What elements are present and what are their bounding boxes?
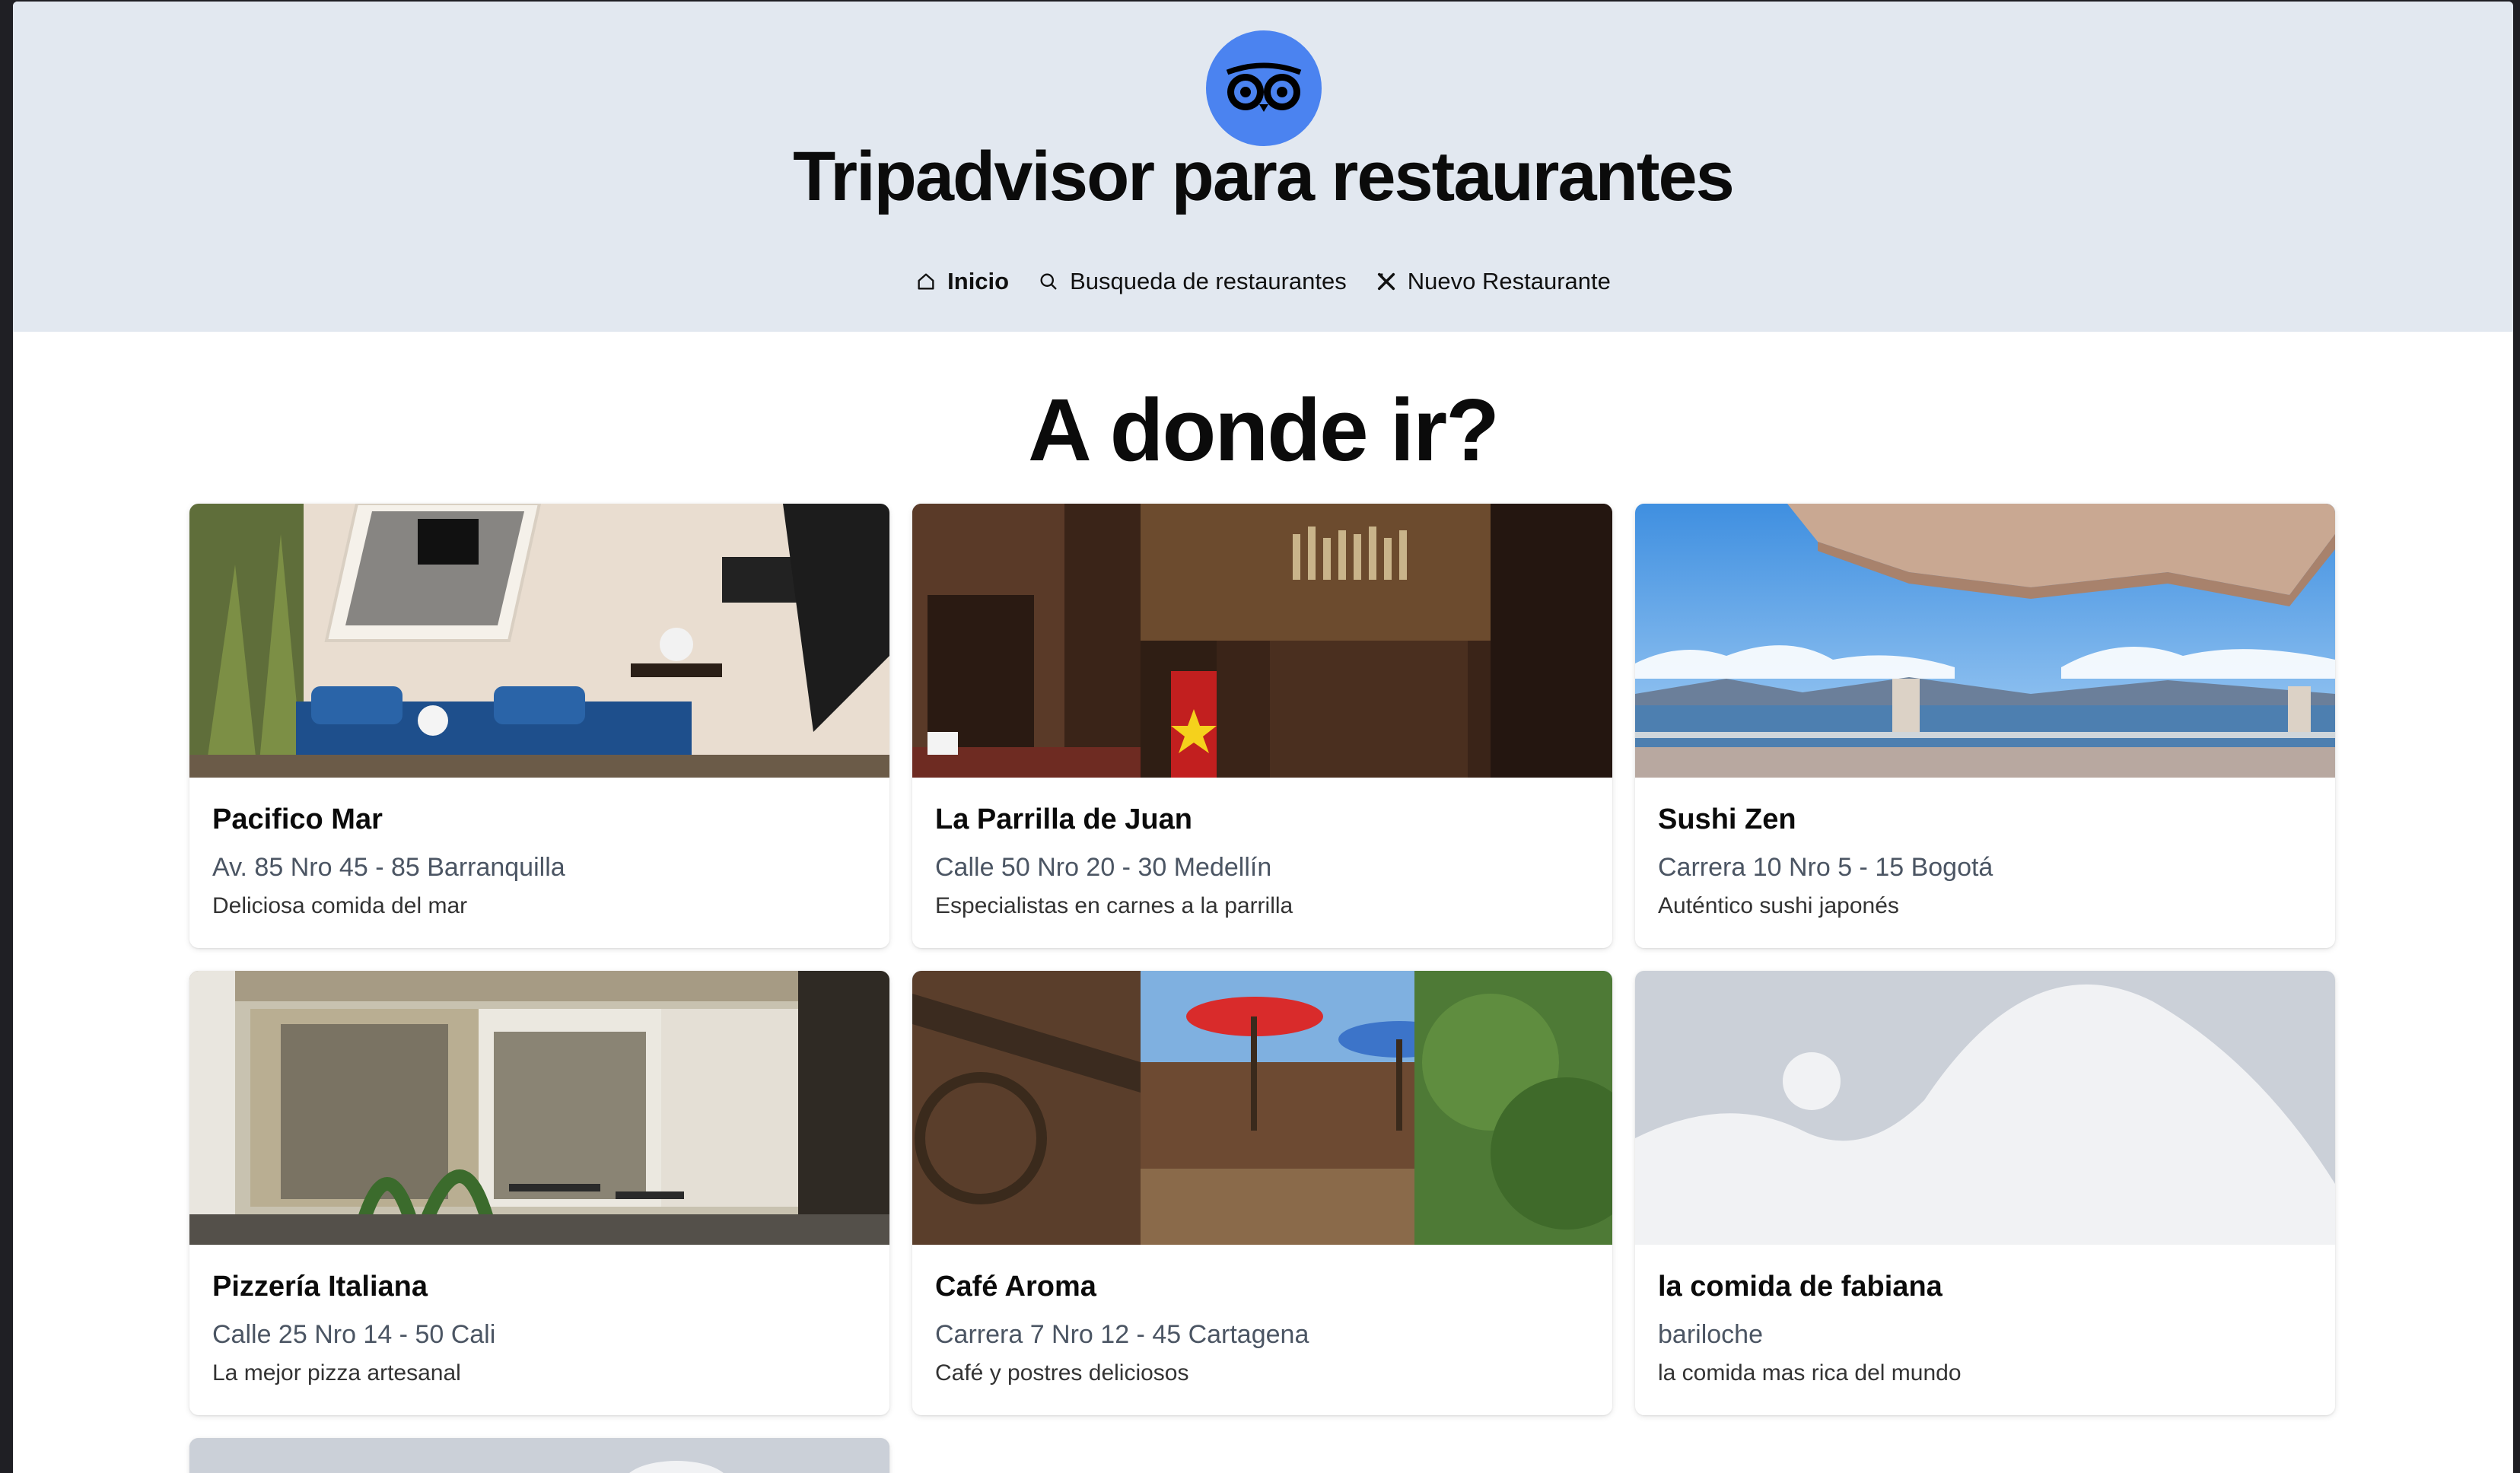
placeholder-image: [1635, 971, 2335, 1245]
page-heading: A donde ir?: [1027, 380, 1500, 479]
home-icon: [918, 273, 934, 290]
terrace-photo: [1635, 504, 2335, 778]
main-nav: Inicio Busqueda de restaurantes Nuevo Re…: [13, 268, 2513, 295]
search-icon: [1040, 273, 1057, 290]
restaurant-name: Café Aroma: [935, 1271, 1096, 1303]
restaurant-card[interactable]: Pizzería Italiana Calle 25 Nro 14 - 50 C…: [189, 971, 889, 1415]
restaurant-address: bariloche: [1658, 1320, 1763, 1349]
restaurant-description: la comida mas rica del mundo: [1658, 1360, 1962, 1386]
tripadvisor-owl-icon[interactable]: [1206, 30, 1322, 146]
restaurant-address: Calle 25 Nro 14 - 50 Cali: [212, 1320, 496, 1349]
nav-item-inicio[interactable]: Inicio: [915, 268, 1009, 295]
restaurant-grid: Pacifico Mar Av. 85 Nro 45 - 85 Barranqu…: [189, 504, 2352, 1473]
restaurant-card[interactable]: La Parrilla de Juan Calle 50 Nro 20 - 30…: [912, 504, 1612, 948]
restaurant-name: La Parrilla de Juan: [935, 803, 1192, 835]
storefront-photo: [189, 971, 889, 1245]
restaurant-name: Sushi Zen: [1658, 803, 1796, 835]
cabin-photo: [912, 971, 1612, 1245]
restaurant-name: Pizzería Italiana: [212, 1271, 428, 1303]
restaurant-description: Auténtico sushi japonés: [1658, 893, 1899, 918]
placeholder-image: [189, 1438, 889, 1473]
restaurant-description: Deliciosa comida del mar: [212, 893, 468, 918]
restaurant-address: Carrera 7 Nro 12 - 45 Cartagena: [935, 1320, 1309, 1349]
restaurant-address: Av. 85 Nro 45 - 85 Barranquilla: [212, 853, 565, 882]
restaurant-address: Calle 50 Nro 20 - 30 Medellín: [935, 853, 1272, 882]
utensils-icon: [1377, 272, 1395, 291]
restaurant-card[interactable]: Sushi Zen Carrera 10 Nro 5 - 15 Bogotá A…: [1635, 504, 2335, 948]
restaurant-card[interactable]: [189, 1438, 889, 1473]
restaurant-description: Especialistas en carnes a la parrilla: [935, 893, 1293, 918]
nav-label-busqueda: Busqueda de restaurantes: [1070, 268, 1347, 294]
nav-label-nuevo-restaurante: Nuevo Restaurante: [1407, 268, 1611, 294]
nav-item-busqueda[interactable]: Busqueda de restaurantes: [1038, 268, 1347, 295]
restaurant-description: La mejor pizza artesanal: [212, 1360, 461, 1386]
restaurant-card[interactable]: Café Aroma Carrera 7 Nro 12 - 45 Cartage…: [912, 971, 1612, 1415]
restaurant-name: la comida de fabiana: [1658, 1271, 1943, 1303]
nav-label-inicio: Inicio: [947, 268, 1010, 294]
restaurant-address: Carrera 10 Nro 5 - 15 Bogotá: [1658, 853, 1993, 882]
nav-item-nuevo-restaurante[interactable]: Nuevo Restaurante: [1376, 268, 1611, 295]
restaurant-name: Pacifico Mar: [212, 803, 383, 835]
lounge-photo: [189, 504, 889, 778]
browser-window: Tripadvisor para restaurantes Inicio Bus…: [13, 2, 2513, 1473]
restaurant-card[interactable]: la comida de fabiana bariloche la comida…: [1635, 971, 2335, 1415]
restaurant-card[interactable]: Pacifico Mar Av. 85 Nro 45 - 85 Barranqu…: [189, 504, 889, 948]
bar-photo: [912, 504, 1612, 778]
site-title: Tripadvisor para restaurantes: [793, 138, 1735, 215]
site-header: Tripadvisor para restaurantes Inicio Bus…: [13, 2, 2513, 332]
restaurant-description: Café y postres deliciosos: [935, 1360, 1189, 1386]
